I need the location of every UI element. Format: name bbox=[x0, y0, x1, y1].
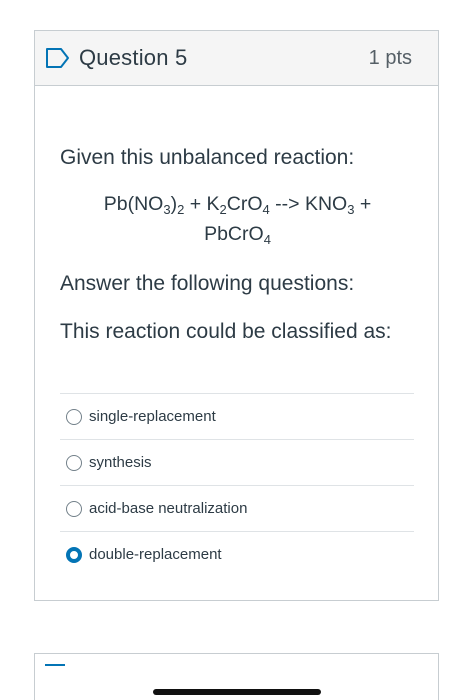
answer-label: synthesis bbox=[89, 454, 152, 471]
answer-option[interactable]: acid-base neutralization bbox=[60, 485, 414, 531]
reaction-subscript: 4 bbox=[262, 202, 270, 217]
question-title: Question 5 bbox=[79, 45, 188, 70]
radio-button[interactable] bbox=[66, 500, 82, 517]
reaction-part: PbCrO bbox=[204, 223, 264, 245]
reaction-part: --> KNO bbox=[269, 193, 348, 215]
reaction-subscript: 2 bbox=[219, 202, 227, 217]
answer-label: acid-base neutralization bbox=[89, 500, 248, 517]
answer-label: double-replacement bbox=[89, 546, 222, 563]
radio-button-selected[interactable] bbox=[66, 546, 82, 563]
answer-option[interactable]: synthesis bbox=[60, 439, 414, 485]
answer-label: single-replacement bbox=[89, 408, 216, 425]
home-indicator[interactable] bbox=[153, 689, 321, 695]
radio-button[interactable] bbox=[66, 408, 82, 425]
question-card: Question 5 1 pts Given this unbalanced r… bbox=[34, 30, 439, 601]
reaction-part: + K bbox=[184, 193, 220, 215]
reaction-equation: Pb(NO3)2 + K2CrO4 --> KNO3 + PbCrO4 bbox=[60, 189, 415, 249]
answer-option[interactable]: single-replacement bbox=[60, 393, 414, 439]
radio-button[interactable] bbox=[66, 454, 82, 471]
question-points: 1 pts bbox=[368, 46, 412, 69]
question-intro: Given this unbalanced reaction: bbox=[60, 146, 355, 169]
answer-option[interactable]: double-replacement bbox=[60, 531, 414, 577]
next-question-flag-icon bbox=[45, 664, 65, 666]
answer-list: single-replacement synthesis acid-base n… bbox=[60, 393, 414, 577]
reaction-subscript: 3 bbox=[163, 202, 171, 217]
bookmark-flag-icon[interactable] bbox=[45, 47, 71, 69]
reaction-part: CrO bbox=[226, 193, 263, 215]
reaction-part: + bbox=[354, 193, 372, 215]
reaction-part: Pb(NO bbox=[103, 193, 164, 215]
question-prompt: This reaction could be classified as: bbox=[60, 320, 392, 343]
question-header: Question 5 1 pts bbox=[35, 31, 438, 86]
question-instruction: Answer the following questions: bbox=[60, 272, 355, 295]
question-header-left: Question 5 bbox=[45, 45, 187, 71]
reaction-subscript: 4 bbox=[263, 232, 271, 247]
